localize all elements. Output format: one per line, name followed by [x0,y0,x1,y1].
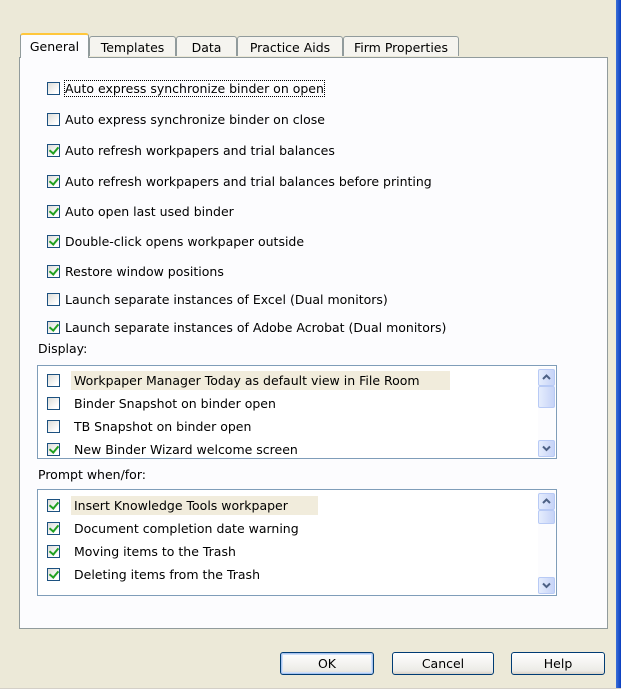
option-label: Auto express synchronize binder on close [65,111,325,127]
option-sync-on-open[interactable]: Auto express synchronize binder on open [47,78,325,98]
help-button[interactable]: Help [511,652,605,675]
tab-general[interactable]: General [20,33,89,58]
checkbox[interactable] [47,396,60,410]
list-item[interactable]: Moving items to the Trash [47,540,239,562]
list-item[interactable]: Document completion date warning [47,517,302,539]
scroll-up-button[interactable] [538,493,555,510]
cancel-button[interactable]: Cancel [392,652,494,675]
option-sync-on-close[interactable]: Auto express synchronize binder on close [47,109,325,129]
list-item-label: Binder Snapshot on binder open [74,395,276,411]
checkbox[interactable] [47,143,60,157]
checkbox[interactable] [47,112,60,126]
checkbox[interactable] [47,174,60,188]
checkbox[interactable] [47,442,60,456]
option-restore-window-positions[interactable]: Restore window positions [47,261,224,281]
general-tab-panel: Auto express synchronize binder on open … [19,57,608,629]
ok-button[interactable]: OK [280,652,374,675]
prompt-label: Prompt when/for: [38,467,146,482]
option-auto-open-last-binder[interactable]: Auto open last used binder [47,201,234,221]
checkbox[interactable] [47,544,60,558]
list-item-label: Workpaper Manager Today as default view … [71,370,450,390]
display-label: Display: [38,341,88,356]
prompt-listbox[interactable]: Insert Knowledge Tools workpaper Documen… [37,489,557,596]
chevron-down-icon [542,582,551,589]
option-separate-excel[interactable]: Launch separate instances of Excel (Dual… [47,289,388,309]
list-item[interactable]: Deleting items from the Trash [47,563,263,585]
checkbox[interactable] [47,373,60,387]
checkbox[interactable] [47,521,60,535]
checkbox[interactable] [47,292,60,306]
option-label: Launch separate instances of Excel (Dual… [65,291,388,307]
checkbox[interactable] [47,498,60,512]
option-label: Launch separate instances of Adobe Acrob… [65,319,447,335]
option-label: Auto refresh workpapers and trial balanc… [65,142,335,158]
tab-templates[interactable]: Templates [89,36,176,56]
list-item[interactable]: Workpaper Manager Today as default view … [47,369,450,391]
option-label: Auto open last used binder [65,203,234,219]
checkbox[interactable] [47,234,60,248]
tab-data[interactable]: Data [176,36,237,56]
option-auto-refresh-before-printing[interactable]: Auto refresh workpapers and trial balanc… [47,171,432,191]
display-scrollbar[interactable] [538,367,555,457]
scroll-down-button[interactable] [538,440,555,457]
list-item-label: TB Snapshot on binder open [74,418,252,434]
list-item-label: New Binder Wizard welcome screen [74,441,298,457]
option-label: Auto refresh workpapers and trial balanc… [65,173,432,189]
option-label: Double-click opens workpaper outside [65,233,305,249]
checkbox[interactable] [47,320,60,334]
list-item[interactable]: Insert Knowledge Tools workpaper [47,494,318,516]
checkbox[interactable] [47,264,60,278]
option-label: Restore window positions [65,263,224,279]
list-item[interactable]: TB Snapshot on binder open [47,415,254,437]
scroll-up-button[interactable] [538,369,555,386]
list-item[interactable]: New Binder Wizard welcome screen [47,438,301,458]
list-item-label: Deleting items from the Trash [74,566,260,582]
chevron-up-icon [542,374,551,380]
checkbox[interactable] [47,567,60,581]
chevron-up-icon [542,498,551,504]
tab-practice-aids[interactable]: Practice Aids [237,36,343,56]
window-frame-edge [616,0,621,689]
checkbox[interactable] [47,204,60,218]
checkbox[interactable] [47,419,60,433]
prompt-scrollbar[interactable] [538,491,555,594]
chevron-down-icon [542,445,551,452]
scroll-thumb[interactable] [538,386,555,408]
option-separate-acrobat[interactable]: Launch separate instances of Adobe Acrob… [47,317,446,337]
list-item-label: Insert Knowledge Tools workpaper [71,495,318,515]
option-double-click-opens-outside[interactable]: Double-click opens workpaper outside [47,231,304,251]
tab-firm-properties[interactable]: Firm Properties [343,36,459,56]
checkbox[interactable] [47,81,60,95]
display-listbox[interactable]: Workpaper Manager Today as default view … [37,365,557,459]
list-item[interactable]: Binder Snapshot on binder open [47,392,279,414]
list-item-label: Document completion date warning [74,520,299,536]
option-auto-refresh[interactable]: Auto refresh workpapers and trial balanc… [47,140,335,160]
scroll-down-button[interactable] [538,577,555,594]
list-item-label: Moving items to the Trash [74,543,236,559]
option-label: Auto express synchronize binder on open [64,79,325,97]
scroll-thumb[interactable] [538,510,555,524]
